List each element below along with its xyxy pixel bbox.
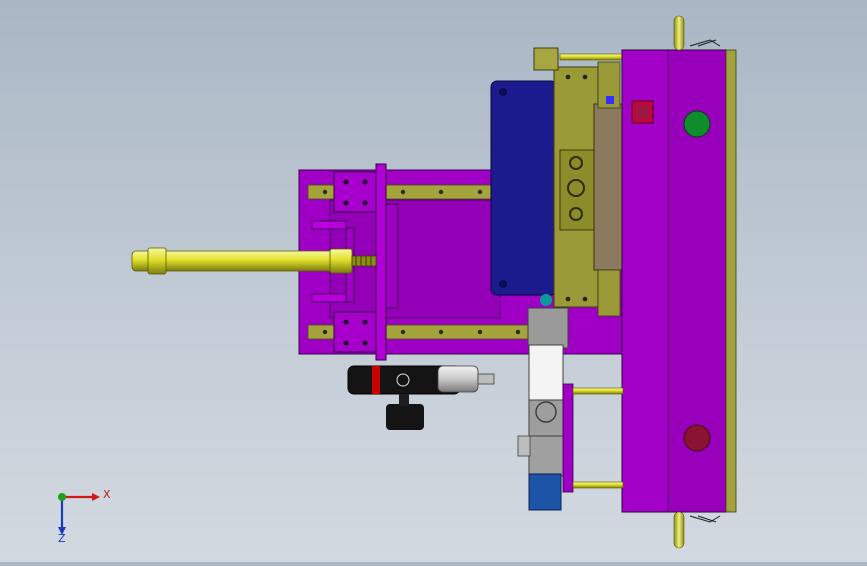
carrier-bar	[375, 163, 387, 361]
slider-plate-upper	[311, 220, 347, 230]
cad-viewport[interactable]	[0, 0, 867, 562]
sensor-stand	[386, 404, 424, 430]
tie-rod-lower	[572, 481, 624, 489]
sensor-band	[372, 366, 380, 394]
blue-actuator	[528, 473, 562, 511]
x-axis-label: X	[103, 488, 111, 501]
valve-block	[517, 435, 531, 457]
sensor-nozzle	[437, 365, 479, 393]
mold-assembly-drawing	[58, 15, 737, 549]
slide-block-top	[333, 171, 379, 213]
green-button	[683, 110, 711, 138]
core-clamp-top	[533, 47, 559, 71]
clip-spring-bottom	[689, 515, 721, 523]
tie-rod-upper	[572, 387, 624, 395]
rod-nut	[147, 247, 167, 275]
carrier-plate	[385, 203, 399, 309]
clamp-strip	[725, 49, 737, 513]
z-axis-label: Z	[58, 532, 66, 545]
cylinder-housing	[527, 307, 569, 349]
sensor-tip	[477, 373, 495, 385]
slide-block-bottom	[333, 311, 379, 353]
spacer-plate	[593, 103, 625, 271]
guide-post-bottom	[673, 511, 685, 549]
cavity-block	[490, 80, 558, 296]
spacer-lip-bottom	[597, 269, 621, 317]
triad-labels: X Y Z	[48, 480, 118, 550]
cyan-fitting	[540, 294, 552, 306]
rod-collar	[329, 248, 353, 274]
core-insert	[559, 149, 595, 231]
slider-plate-lower	[311, 293, 347, 303]
guide-post-top	[673, 15, 685, 51]
cylinder-mount	[562, 383, 574, 493]
clip-spring-top	[689, 39, 721, 47]
guide-pin-top	[559, 53, 627, 61]
locator-small-blue	[606, 96, 614, 104]
cylinder-white	[528, 344, 564, 404]
red-button	[683, 424, 711, 452]
